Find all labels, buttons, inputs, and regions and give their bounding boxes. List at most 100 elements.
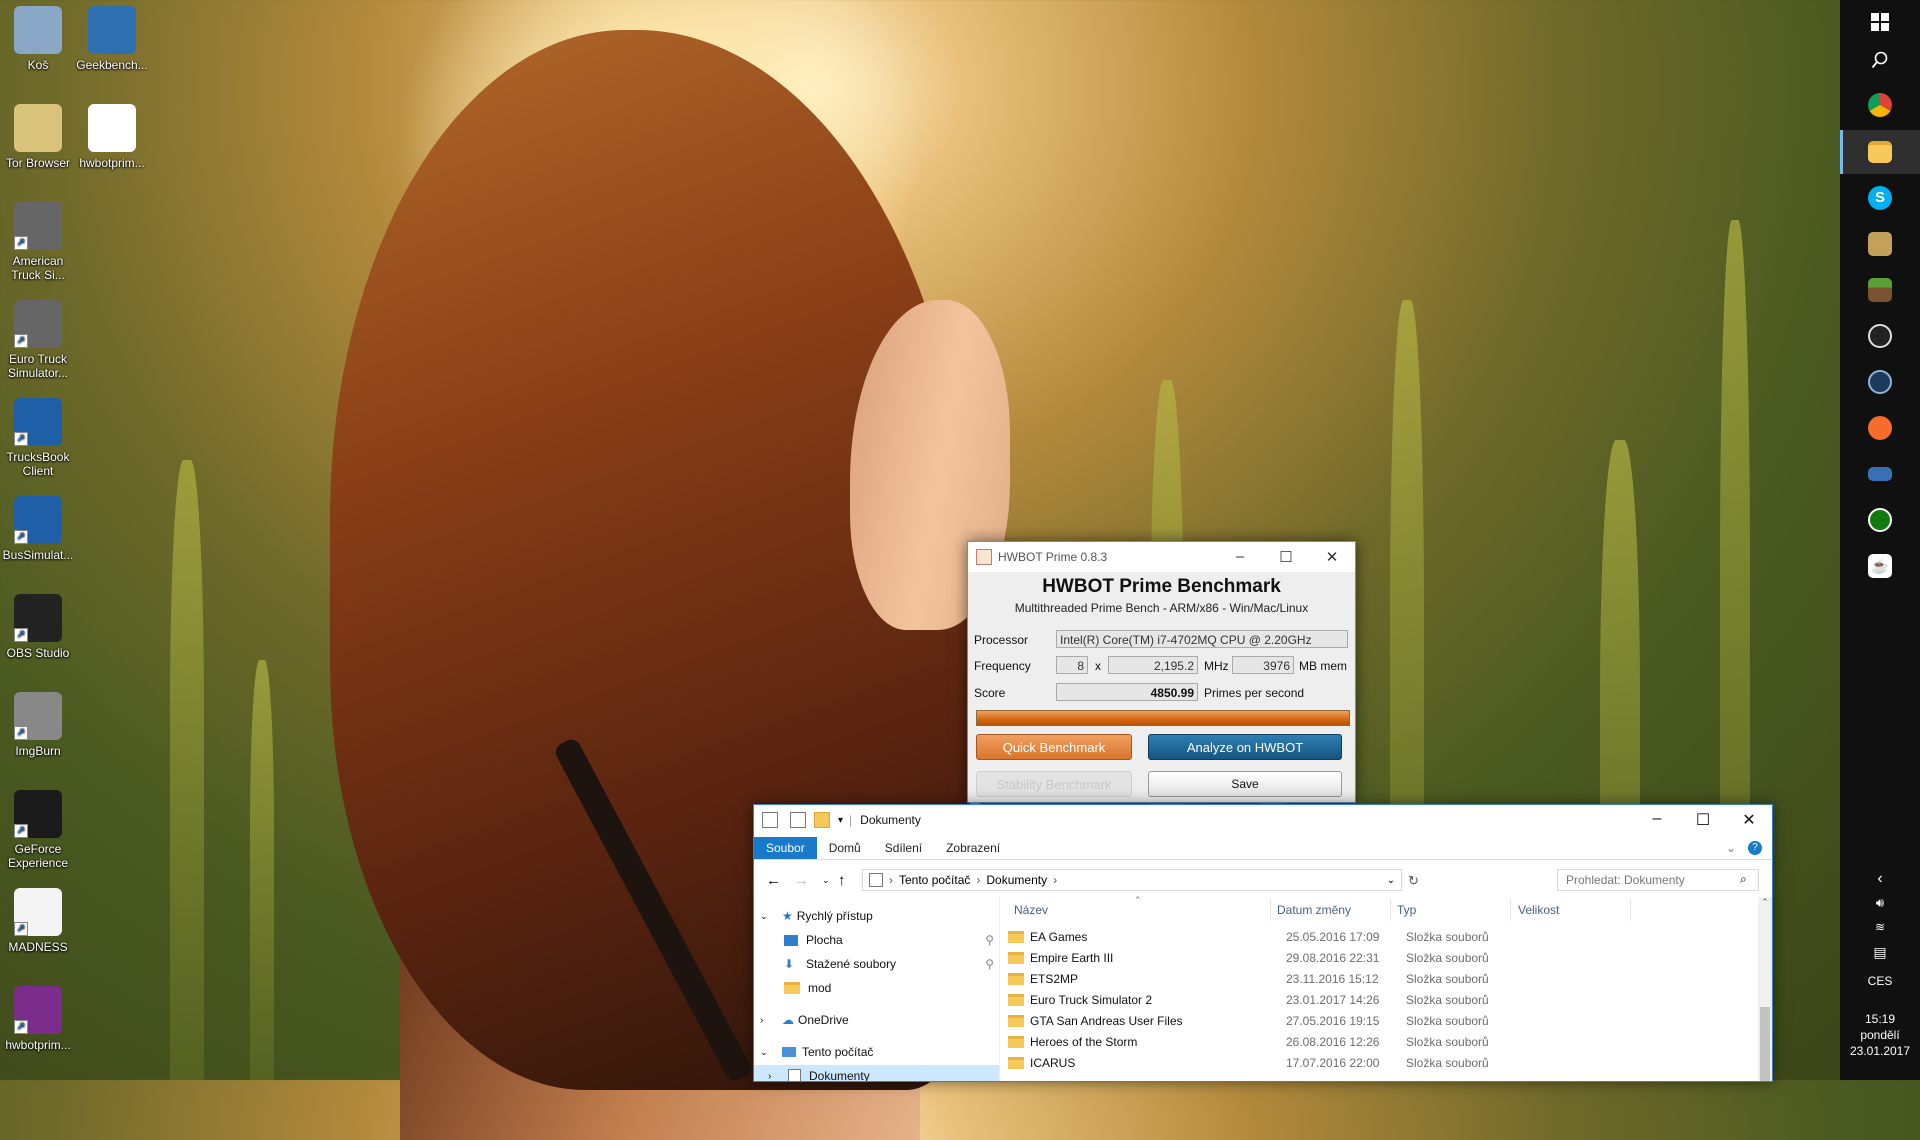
nav-item-dokumenty[interactable]: › Dokumenty <box>754 1065 999 1081</box>
desktop-icon-item[interactable]: hwbotprim... <box>74 104 150 170</box>
analyze-hwbot-button[interactable]: Analyze on HWBOT <box>1148 734 1342 760</box>
vertical-scrollbar[interactable]: ⌃ <box>1758 897 1772 1081</box>
desktop-icon-item[interactable]: Geekbench... <box>74 6 150 72</box>
file-row[interactable]: EA Games 25.05.2016 17:09 Složka souborů <box>1000 926 1758 947</box>
column-divider[interactable] <box>1270 899 1271 921</box>
desktop-icon-item[interactable]: ↗ ImgBurn <box>0 692 76 758</box>
maximize-button[interactable]: ☐ <box>1263 548 1309 566</box>
desktop-icon-item[interactable]: ↗ GeForce Experience <box>0 790 76 870</box>
desktop-icon-label: OBS Studio <box>6 646 70 660</box>
pin-icon[interactable]: ⚲ <box>985 957 994 971</box>
notification-icon[interactable]: ▤ <box>1840 945 1920 959</box>
minimize-button[interactable]: – <box>1634 810 1680 830</box>
file-row[interactable]: GTA San Andreas User Files 27.05.2016 19:… <box>1000 1010 1758 1031</box>
chevron-down-icon[interactable]: ⌄ <box>1387 875 1395 886</box>
taskbar-minecraft[interactable] <box>1840 268 1920 312</box>
breadcrumb-item[interactable]: Dokumenty <box>986 873 1047 887</box>
nav-item-this-pc[interactable]: ⌄ Tento počítač <box>760 1041 873 1063</box>
nav-item-plocha[interactable]: Plocha ⚲ <box>784 929 994 951</box>
desktop-icon-item[interactable]: ↗ hwbotprim... <box>0 986 76 1052</box>
taskbar-chrome[interactable] <box>1840 83 1920 127</box>
nav-item-quick-access[interactable]: ⌄ ★ Rychlý přístup <box>760 905 873 927</box>
input-language[interactable]: CES <box>1840 974 1920 988</box>
desktop-icon-item[interactable]: ↗ MADNESS <box>0 888 76 954</box>
pin-icon[interactable]: ⚲ <box>985 933 994 947</box>
shortcut-arrow-icon: ↗ <box>14 432 28 446</box>
desktop-icon-label: TrucksBook Client <box>6 450 70 478</box>
geekbench-icon <box>88 6 136 54</box>
show-hidden-icons[interactable]: ‹ <box>1840 871 1920 887</box>
column-header-type[interactable]: Typ <box>1397 903 1416 921</box>
tor-browser-icon <box>14 104 62 152</box>
taskbar-truck[interactable] <box>1840 452 1920 496</box>
desktop-icon-item[interactable]: Koš <box>0 6 76 72</box>
recent-locations-icon[interactable]: ⌄ <box>822 875 830 886</box>
column-header-name[interactable]: Název <box>1014 903 1048 921</box>
desktop-icon-item[interactable]: ↗ BusSimulat... <box>0 496 76 562</box>
quick-benchmark-button[interactable]: Quick Benchmark <box>976 734 1132 760</box>
nav-item-stazene[interactable]: ⬇ Stažené soubory ⚲ <box>784 953 994 975</box>
maximize-button[interactable]: ☐ <box>1680 810 1726 830</box>
taskbar-skype[interactable]: S <box>1840 176 1920 220</box>
close-button[interactable]: ✕ <box>1726 810 1772 830</box>
tab-sdileni[interactable]: Sdílení <box>873 837 934 859</box>
file-row[interactable]: ICARUS 17.07.2016 22:00 Složka souborů <box>1000 1052 1758 1073</box>
column-divider[interactable] <box>1510 899 1511 921</box>
scroll-up-arrow[interactable]: ⌃ <box>1758 897 1772 908</box>
clock-time[interactable]: 15:19 <box>1840 1012 1920 1026</box>
file-row[interactable]: Euro Truck Simulator 2 23.01.2017 14:26 Sl… <box>1000 989 1758 1010</box>
desktop-icon-item[interactable]: ↗ American Truck Si... <box>0 202 76 282</box>
stability-benchmark-button[interactable]: Stability Benchmark <box>976 771 1132 797</box>
minimize-button[interactable]: – <box>1217 548 1263 566</box>
computer-icon <box>869 873 883 887</box>
search-input[interactable]: Prohledat: Dokumenty <box>1557 869 1759 891</box>
explorer-titlebar[interactable]: ▾ | Dokumenty – ☐ ✕ <box>754 805 1772 835</box>
back-arrow-icon[interactable]: ← <box>766 872 781 889</box>
column-divider[interactable] <box>1390 899 1391 921</box>
save-button[interactable]: Save <box>1148 771 1342 797</box>
wifi-icon[interactable]: ≋ <box>1840 920 1920 934</box>
taskbar-xbox[interactable] <box>1840 498 1920 542</box>
nav-item-mod[interactable]: mod <box>784 977 831 999</box>
file-row[interactable]: Empire Earth III 29.08.2016 22:31 Složka s… <box>1000 947 1758 968</box>
desktop-icon-item[interactable]: Tor Browser <box>0 104 76 170</box>
breadcrumb[interactable]: › Tento počítač › Dokumenty › ⌄ <box>862 869 1402 891</box>
search-button[interactable] <box>1840 38 1920 82</box>
java-icon: ☕ <box>1868 554 1892 578</box>
refresh-icon[interactable]: ↻ <box>1408 873 1419 889</box>
taskbar-java[interactable]: ☕ <box>1840 544 1920 588</box>
help-icon[interactable]: ? <box>1748 841 1762 855</box>
up-arrow-icon[interactable]: ↑ <box>838 872 846 889</box>
bussim-icon: ↗ <box>14 496 62 544</box>
close-button[interactable]: ✕ <box>1309 548 1355 566</box>
properties-icon[interactable] <box>762 812 778 828</box>
desktop-icon-item[interactable]: ↗ Euro Truck Simulator... <box>0 300 76 380</box>
taskbar-origin[interactable] <box>1840 406 1920 450</box>
taskbar-steam[interactable] <box>1840 360 1920 404</box>
column-header-size[interactable]: Velikost <box>1518 903 1559 921</box>
file-date: 23.11.2016 15:12 <box>1286 971 1379 986</box>
tab-soubor[interactable]: Soubor <box>754 837 817 859</box>
chevron-down-icon[interactable]: ▾ <box>838 815 843 826</box>
tab-domu[interactable]: Domů <box>817 837 873 859</box>
forward-arrow-icon[interactable]: → <box>794 872 809 889</box>
desktop-icon-item[interactable]: ↗ TrucksBook Client <box>0 398 76 478</box>
volume-icon[interactable]: 🔊︎ <box>1840 896 1920 910</box>
expand-ribbon-icon[interactable]: ⌄ <box>1714 837 1748 859</box>
tab-zobrazeni[interactable]: Zobrazení <box>934 837 1012 859</box>
breadcrumb-item[interactable]: Tento počítač <box>899 873 970 887</box>
taskbar-explorer[interactable] <box>1840 130 1920 174</box>
shortcut-arrow-icon: ↗ <box>14 1020 28 1034</box>
file-row[interactable]: Heroes of the Storm 26.08.2016 12:26 Složk… <box>1000 1031 1758 1052</box>
new-folder-icon[interactable] <box>790 812 806 828</box>
taskbar-obs[interactable] <box>1840 314 1920 358</box>
nav-item-onedrive[interactable]: › ☁ OneDrive <box>760 1009 849 1031</box>
hwbot-titlebar[interactable]: HWBOT Prime 0.8.3 – ☐ ✕ <box>968 542 1355 572</box>
file-row[interactable]: ETS2MP 23.11.2016 15:12 Složka souborů <box>1000 968 1758 989</box>
column-divider[interactable] <box>1630 899 1631 921</box>
column-header-date[interactable]: Datum změny <box>1277 903 1351 921</box>
taskbar-bookapp[interactable] <box>1840 222 1920 266</box>
desktop-icon-item[interactable]: ↗ OBS Studio <box>0 594 76 660</box>
shortcut-arrow-icon: ↗ <box>14 236 28 250</box>
scroll-thumb[interactable] <box>1760 1007 1770 1081</box>
